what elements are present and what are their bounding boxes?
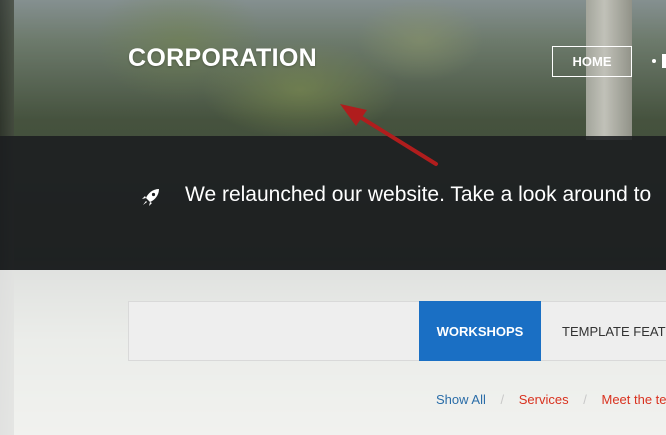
nav-separator-dot xyxy=(652,59,656,63)
tab-workshops[interactable]: WORKSHOPS xyxy=(419,301,541,361)
filter-services[interactable]: Services xyxy=(519,392,569,407)
nav-home-button[interactable]: HOME xyxy=(552,46,632,77)
filter-meet-the-team[interactable]: Meet the tea xyxy=(601,392,666,407)
rocket-icon xyxy=(142,189,159,206)
filter-show-all[interactable]: Show All xyxy=(436,392,486,407)
filter-bar: Show All / Services / Meet the tea xyxy=(436,392,666,407)
tab-template-features[interactable]: TEMPLATE FEATU xyxy=(541,301,666,361)
announcement-banner: We relaunched our website. Take a look a… xyxy=(0,136,666,270)
nav-next-item[interactable] xyxy=(662,54,666,68)
site-logo[interactable]: CORPORATION xyxy=(128,44,317,73)
announcement-text: We relaunched our website. Take a look a… xyxy=(185,183,652,206)
filter-separator: / xyxy=(500,392,505,407)
filter-separator: / xyxy=(583,392,587,407)
